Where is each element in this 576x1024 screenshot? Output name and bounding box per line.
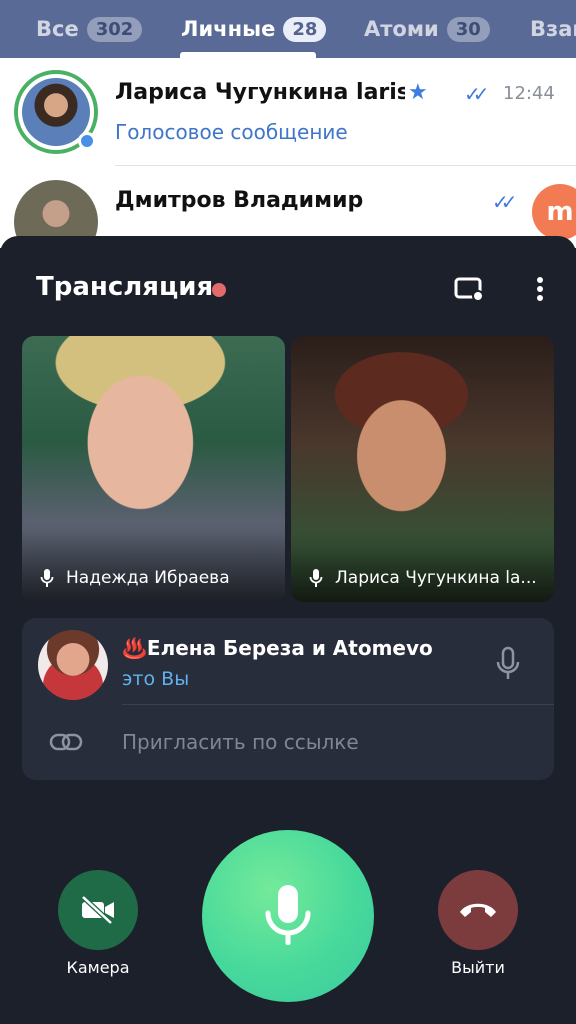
mute-toggle-button[interactable] bbox=[202, 830, 374, 1002]
mic-icon bbox=[309, 569, 323, 587]
tab-atomi-count: 30 bbox=[446, 16, 490, 42]
tab-all-label: Все bbox=[36, 17, 79, 41]
bot-badge-icon: m bbox=[532, 184, 576, 240]
avatar[interactable] bbox=[14, 70, 98, 154]
link-icon bbox=[48, 724, 84, 760]
screen-share-icon bbox=[454, 277, 484, 302]
tab-all[interactable]: Все 302 bbox=[36, 0, 143, 58]
camera-toggle-button[interactable] bbox=[58, 870, 138, 950]
camera-off-icon bbox=[81, 895, 114, 925]
tab-atomi[interactable]: Атоми 30 bbox=[364, 0, 490, 58]
more-vertical-icon bbox=[537, 277, 543, 301]
mic-icon bbox=[40, 569, 54, 587]
tab-personal[interactable]: Личные 28 bbox=[181, 0, 327, 58]
screen-share-button[interactable] bbox=[452, 274, 486, 304]
leave-label: Выйти bbox=[451, 958, 505, 977]
voice-chat-sheet: Трансляция Надежда Ибраева Лариса Чугунк… bbox=[0, 236, 576, 1024]
chat-list: Лариса Чугункина larisa ★ ✓✓ 12:44 Голос… bbox=[0, 58, 576, 264]
mic-icon bbox=[496, 646, 520, 679]
tab-personal-label: Личные bbox=[181, 17, 276, 41]
star-icon: ★ bbox=[408, 80, 428, 105]
camera-label: Камера bbox=[66, 958, 130, 977]
participant-name: ♨️Елена Береза и Atomevo bbox=[122, 636, 433, 660]
divider bbox=[122, 704, 554, 705]
video-tile[interactable]: Лариса Чугункина la... bbox=[291, 336, 554, 602]
participant-name: Надежда Ибраева bbox=[66, 568, 230, 588]
avatar[interactable] bbox=[38, 630, 108, 700]
online-indicator bbox=[78, 132, 96, 150]
folder-tabs: Все 302 Личные 28 Атоми 30 Взаи bbox=[0, 0, 576, 58]
chat-time: 12:44 bbox=[503, 83, 555, 104]
hang-up-icon bbox=[460, 903, 496, 917]
chat-name: Лариса Чугункина larisa bbox=[115, 80, 405, 105]
tab-all-count: 302 bbox=[86, 16, 143, 42]
sheet-title: Трансляция bbox=[36, 272, 214, 302]
double-check-icon: ✓✓ bbox=[464, 82, 489, 106]
participant-mic-button[interactable] bbox=[492, 644, 524, 684]
tab-partial[interactable]: Взаи bbox=[530, 0, 576, 58]
live-indicator bbox=[212, 283, 226, 297]
tab-partial-label: Взаи bbox=[530, 17, 576, 41]
mic-icon bbox=[265, 885, 311, 945]
double-check-icon: ✓✓ bbox=[492, 190, 517, 214]
participant-status: это Вы bbox=[122, 668, 190, 690]
invite-link-button[interactable]: Пригласить по ссылке bbox=[122, 730, 359, 754]
leave-call-button[interactable] bbox=[438, 870, 518, 950]
chat-name: Дмитров Владимир bbox=[115, 188, 364, 213]
video-tile[interactable]: Надежда Ибраева bbox=[22, 336, 285, 602]
tab-atomi-label: Атоми bbox=[364, 17, 439, 41]
participants-list: ♨️Елена Береза и Atomevo это Вы Пригласи… bbox=[22, 618, 554, 780]
participant-name: Лариса Чугункина la... bbox=[335, 568, 537, 588]
more-options-button[interactable] bbox=[524, 272, 556, 306]
chat-preview: Голосовое сообщение bbox=[115, 120, 348, 144]
chat-row[interactable]: Лариса Чугункина larisa ★ ✓✓ 12:44 Голос… bbox=[0, 58, 576, 166]
tab-personal-count: 28 bbox=[283, 16, 327, 42]
